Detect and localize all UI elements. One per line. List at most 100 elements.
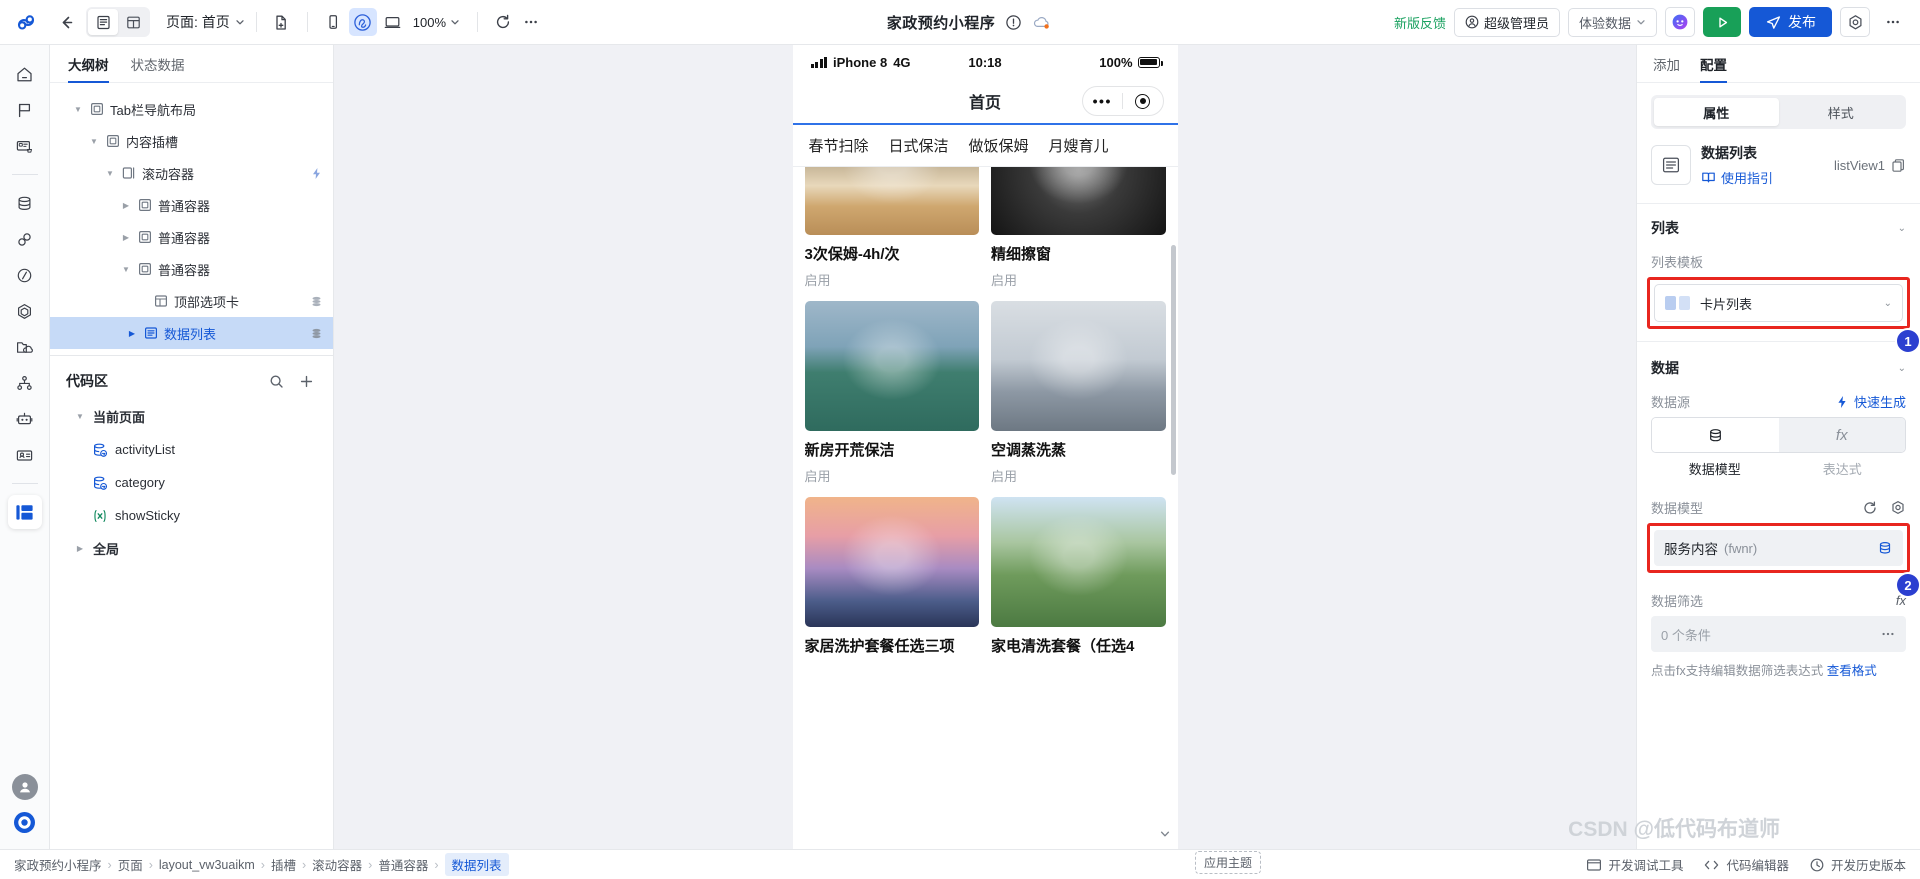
preview-button[interactable] — [1703, 7, 1741, 37]
chevron-down-icon[interactable]: ▼ — [74, 412, 86, 421]
tab-outline-tree[interactable]: 大纲树 — [68, 45, 109, 83]
tab-config[interactable]: 配置 — [1700, 45, 1727, 83]
capsule-menu-button[interactable]: ••• — [1083, 93, 1123, 109]
topbar-overflow-button[interactable] — [1878, 7, 1908, 37]
chevron-down-icon[interactable]: ⌄ — [1898, 223, 1906, 234]
code-item-showsticky[interactable]: showSticky — [50, 499, 333, 532]
canvas-scrollbar[interactable] — [1170, 245, 1176, 475]
device-desktop-button[interactable] — [379, 8, 407, 36]
rail-item-members[interactable] — [8, 438, 42, 472]
category-tab[interactable]: 春节扫除 — [799, 135, 879, 156]
tree-node-data-list[interactable]: ▶ 数据列表 — [50, 317, 333, 349]
refresh-icon[interactable] — [1862, 500, 1878, 516]
chevron-down-icon[interactable]: ▼ — [104, 169, 116, 178]
apply-theme-button[interactable]: 应用主题 — [1195, 851, 1262, 874]
outline-view-button[interactable] — [88, 9, 118, 35]
app-logo[interactable] — [0, 9, 52, 35]
rail-item-robot[interactable] — [8, 402, 42, 436]
scroll-down-icon[interactable] — [1158, 827, 1172, 841]
breadcrumb-item[interactable]: 页面 — [118, 855, 143, 874]
chevron-down-icon[interactable]: ⌄ — [1884, 298, 1892, 309]
breadcrumb-item[interactable]: 普通容器 — [378, 855, 428, 874]
code-group-global[interactable]: ▶ 全局 — [50, 532, 333, 565]
rail-item-editor[interactable] — [7, 495, 42, 529]
more-horizontal-icon[interactable] — [1880, 626, 1896, 642]
code-editor-button[interactable]: 代码编辑器 — [1703, 855, 1789, 874]
plus-icon[interactable] — [295, 370, 317, 392]
rail-item-assets[interactable] — [8, 330, 42, 364]
help-circle-icon[interactable] — [12, 810, 37, 835]
new-page-button[interactable] — [268, 8, 296, 36]
chevron-right-icon[interactable]: ▶ — [74, 544, 86, 553]
refresh-button[interactable] — [489, 8, 517, 36]
chevron-right-icon[interactable]: ▶ — [126, 329, 138, 338]
subtab-properties[interactable]: 属性 — [1654, 98, 1779, 126]
list-item[interactable]: 家电清洗套餐（任选4 — [991, 497, 1166, 656]
rail-item-flag[interactable] — [8, 93, 42, 127]
datasource-model-button[interactable] — [1652, 418, 1779, 452]
ai-assistant-button[interactable] — [1665, 7, 1695, 37]
rail-item-sitemap[interactable] — [8, 366, 42, 400]
data-filter-hint-link[interactable]: 查看格式 — [1827, 664, 1877, 678]
device-mobile-button[interactable] — [319, 8, 347, 36]
chevron-down-icon[interactable]: ▼ — [88, 137, 100, 146]
rail-item-home[interactable] — [8, 57, 42, 91]
tree-node[interactable]: ▶ 顶部选项卡 — [50, 285, 333, 317]
subtab-styles[interactable]: 样式 — [1779, 98, 1904, 126]
breadcrumb-item[interactable]: 滚动容器 — [312, 855, 362, 874]
list-template-select[interactable]: 卡片列表 ⌄ — [1654, 284, 1903, 322]
role-button[interactable]: 超级管理员 — [1453, 7, 1560, 37]
rail-item-page-store[interactable] — [8, 129, 42, 163]
tab-add[interactable]: 添加 — [1653, 45, 1680, 83]
cloud-status-icon[interactable] — [1032, 14, 1052, 31]
device-miniprogram-button[interactable] — [348, 8, 377, 36]
chevron-down-icon[interactable]: ⌄ — [1898, 363, 1906, 374]
device-switch[interactable] — [319, 8, 407, 36]
chevron-down-icon[interactable]: ▼ — [72, 105, 84, 114]
gear-icon[interactable] — [1890, 500, 1906, 516]
category-tab-strip[interactable]: 春节扫除 日式保洁 做饭保姆 月嫂育儿 — [792, 123, 1178, 167]
list-item[interactable]: 家居洗护套餐任选三项 — [804, 497, 979, 656]
tab-state-data[interactable]: 状态数据 — [131, 45, 185, 83]
feedback-link[interactable]: 新版反馈 — [1394, 13, 1446, 32]
category-tab[interactable]: 日式保洁 — [879, 135, 959, 156]
rail-item-component[interactable] — [8, 294, 42, 328]
rail-item-database[interactable] — [8, 186, 42, 220]
breadcrumb-item-active[interactable]: 数据列表 — [444, 853, 509, 876]
data-filter-value[interactable]: 0 个条件 — [1651, 616, 1906, 652]
code-group-current-page[interactable]: ▼ 当前页面 — [50, 400, 333, 433]
list-item[interactable]: 精细擦窗 启用 — [991, 167, 1166, 289]
miniprogram-capsule[interactable]: ••• — [1081, 86, 1164, 116]
tree-node[interactable]: ▼ 普通容器 — [50, 253, 333, 285]
breadcrumb-item[interactable]: layout_vw3uaikm — [159, 858, 255, 872]
data-model-select[interactable]: 服务内容 (fwnr) — [1654, 530, 1903, 566]
category-tab[interactable]: 月嫂育儿 — [1039, 135, 1119, 156]
tree-node[interactable]: ▶ 普通容器 — [50, 189, 333, 221]
capsule-close-button[interactable] — [1123, 93, 1163, 109]
publish-button[interactable]: 发布 — [1749, 7, 1832, 37]
user-avatar-icon[interactable] — [11, 774, 38, 800]
rail-item-workflow[interactable] — [8, 258, 42, 292]
chevron-right-icon[interactable]: ▶ — [120, 233, 132, 242]
category-tab[interactable]: 做饭保姆 — [959, 135, 1039, 156]
datasource-expression-button[interactable]: fx — [1778, 418, 1905, 452]
grid-view-button[interactable] — [118, 9, 148, 35]
list-item[interactable]: 空调蒸洗蒸 启用 — [991, 301, 1166, 485]
chevron-down-icon[interactable]: ▼ — [120, 265, 132, 274]
tree-node[interactable]: ▼ 内容插槽 — [50, 125, 333, 157]
breadcrumb-item[interactable]: 家政预约小程序 — [14, 855, 102, 874]
tree-node[interactable]: ▼ Tab栏导航布局 — [50, 93, 333, 125]
code-item-category[interactable]: category — [50, 466, 333, 499]
quick-generate-button[interactable]: 快速生成 — [1835, 392, 1906, 411]
tree-node[interactable]: ▼ 滚动容器 — [50, 157, 333, 189]
rail-item-connector[interactable] — [8, 222, 42, 256]
usage-guide-link[interactable]: 使用指引 — [1701, 168, 1773, 187]
datasource-type-switch[interactable]: fx — [1651, 417, 1906, 453]
history-button[interactable]: 开发历史版本 — [1809, 855, 1906, 874]
list-item[interactable]: 3次保姆-4h/次 启用 — [804, 167, 979, 289]
warning-icon[interactable] — [1005, 14, 1022, 31]
toolbar-more-button[interactable] — [517, 8, 545, 36]
tree-node[interactable]: ▶ 普通容器 — [50, 221, 333, 253]
search-icon[interactable] — [265, 370, 287, 392]
code-item-activitylist[interactable]: activityList — [50, 433, 333, 466]
